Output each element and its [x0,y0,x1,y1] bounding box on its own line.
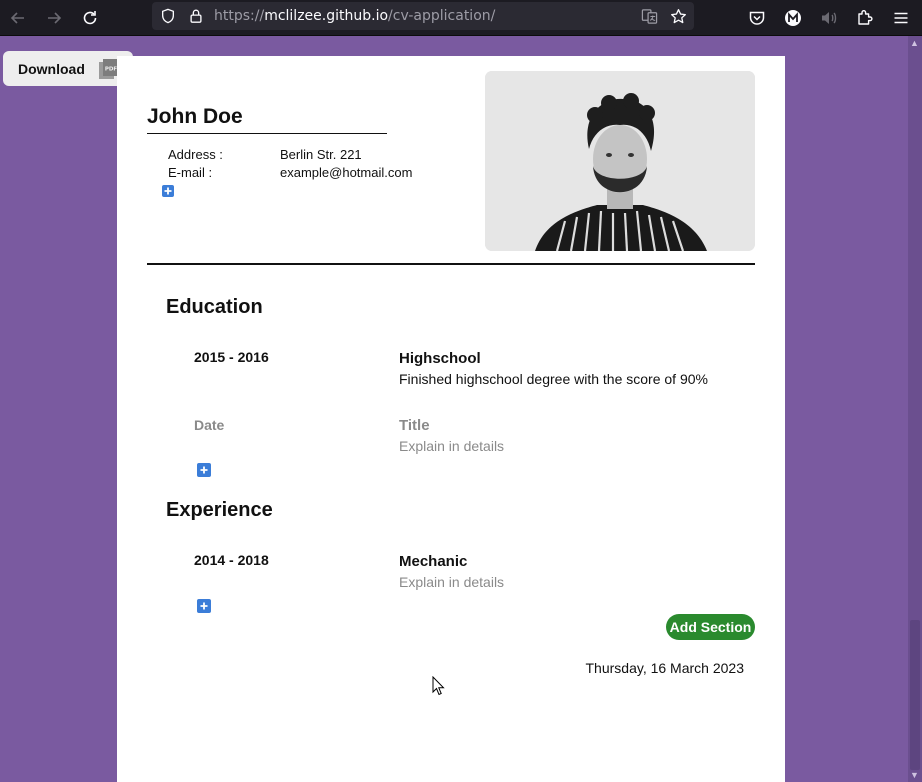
cv-name[interactable]: John Doe [147,105,243,129]
download-pdf-button[interactable]: Download PDF [3,51,133,86]
add-experience-entry-button[interactable] [197,599,211,613]
mute-button[interactable] [816,5,842,31]
page-scrollbar[interactable]: ▲ ▼ [908,36,922,782]
entry-description-placeholder[interactable]: Explain in details [399,438,504,454]
cv-sheet: John Doe Address : Berlin Str. 221 E-mai… [117,56,785,782]
scrollbar-thumb[interactable] [910,620,920,770]
back-button[interactable] [5,5,31,31]
add-section-button[interactable]: Add Section [666,614,755,640]
url-bar[interactable]: https://mclilzee.github.io/cv-applicatio… [152,2,694,30]
bookmark-star-icon[interactable] [669,7,687,25]
menu-button[interactable] [888,5,914,31]
entry-title[interactable]: Mechanic [399,553,467,570]
browser-toolbar: https://mclilzee.github.io/cv-applicatio… [0,0,922,36]
download-label: Download [18,60,85,77]
puzzle-icon [858,10,873,25]
add-info-button[interactable] [162,185,174,197]
scroll-down-icon[interactable]: ▼ [910,770,919,780]
hamburger-icon [894,12,908,24]
account-button[interactable] [780,5,806,31]
translate-icon[interactable] [640,7,658,25]
entry-date[interactable]: 2014 - 2018 [194,552,269,568]
cv-date: Thursday, 16 March 2023 [585,660,745,676]
pocket-icon [749,11,765,25]
extensions-button[interactable] [852,5,878,31]
header-divider [147,263,755,265]
section-title-experience[interactable]: Experience [166,499,273,522]
entry-date[interactable]: 2015 - 2016 [194,349,269,365]
reload-button[interactable] [77,5,103,31]
info-label-email[interactable]: E-mail : [168,165,212,180]
entry-title[interactable]: Highschool [399,350,481,367]
account-m-icon [785,10,801,26]
portrait-image [485,71,755,251]
url-text[interactable]: https://mclilzee.github.io/cv-applicatio… [214,8,495,24]
mouse-cursor-icon [432,676,445,696]
speaker-icon [822,12,837,24]
info-label-address[interactable]: Address : [168,147,223,162]
entry-date-placeholder[interactable]: Date [194,417,224,433]
pocket-button[interactable] [744,5,770,31]
reload-icon [83,11,97,25]
plus-icon [164,187,172,195]
profile-photo[interactable] [485,71,755,251]
entry-title-placeholder[interactable]: Title [399,417,430,434]
back-arrow-icon [10,12,24,24]
forward-arrow-icon [48,12,62,24]
add-education-entry-button[interactable] [197,463,211,477]
scroll-up-icon[interactable]: ▲ [910,38,919,48]
entry-description[interactable]: Finished highschool degree with the scor… [399,371,708,387]
svg-text:PDF: PDF [105,66,118,72]
lock-icon[interactable] [187,7,205,25]
name-underline [147,133,387,134]
plus-icon [200,602,208,610]
entry-description-placeholder[interactable]: Explain in details [399,574,504,590]
info-value-address[interactable]: Berlin Str. 221 [280,147,362,162]
plus-icon [200,466,208,474]
forward-button[interactable] [41,5,67,31]
section-title-education[interactable]: Education [166,296,263,319]
info-value-email[interactable]: example@hotmail.com [280,165,412,180]
shield-icon[interactable] [159,7,177,25]
